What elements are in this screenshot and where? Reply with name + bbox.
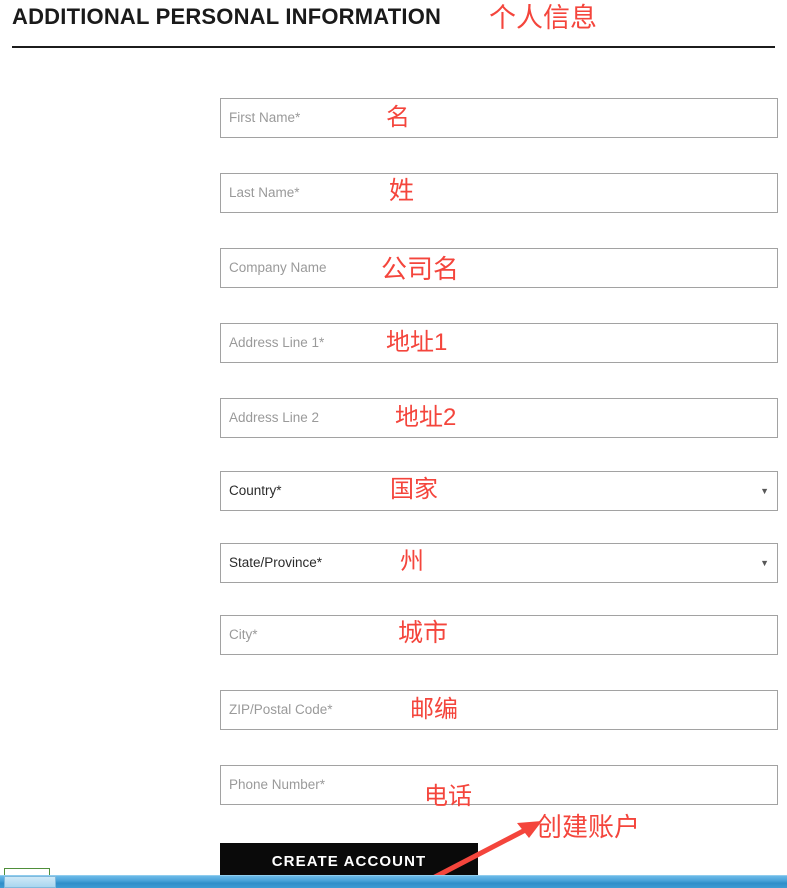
- text-input[interactable]: [220, 690, 778, 730]
- text-input[interactable]: [220, 398, 778, 438]
- text-input[interactable]: [220, 248, 778, 288]
- field-row-2[interactable]: Company Name: [220, 248, 778, 288]
- windows-taskbar[interactable]: [0, 875, 787, 888]
- field-row-6[interactable]: State/Province* ▼: [220, 543, 778, 583]
- chevron-down-icon[interactable]: ▼: [760, 543, 769, 583]
- submit-translation-annotation: 创建账户: [536, 812, 641, 842]
- text-input[interactable]: [220, 615, 778, 655]
- text-input[interactable]: [220, 173, 778, 213]
- field-row-8[interactable]: ZIP/Postal Code*: [220, 690, 778, 730]
- field-row-4[interactable]: Address Line 2: [220, 398, 778, 438]
- create-account-button[interactable]: CREATE ACCOUNT: [220, 843, 478, 879]
- taskbar-window-button[interactable]: [4, 876, 56, 888]
- field-row-0[interactable]: First Name*: [220, 98, 778, 138]
- field-row-9[interactable]: Phone Number*: [220, 765, 778, 805]
- personal-information-form: First Name* 名 Last Name* 姓 Company Name 公司名 Ad…: [0, 0, 787, 888]
- text-input[interactable]: [220, 765, 778, 805]
- chevron-down-icon[interactable]: ▼: [760, 471, 769, 511]
- field-row-5[interactable]: Country* ▼: [220, 471, 778, 511]
- select-box[interactable]: [220, 543, 778, 583]
- select-box[interactable]: [220, 471, 778, 511]
- field-row-1[interactable]: Last Name*: [220, 173, 778, 213]
- text-input[interactable]: [220, 98, 778, 138]
- field-row-3[interactable]: Address Line 1*: [220, 323, 778, 363]
- field-row-7[interactable]: City*: [220, 615, 778, 655]
- text-input[interactable]: [220, 323, 778, 363]
